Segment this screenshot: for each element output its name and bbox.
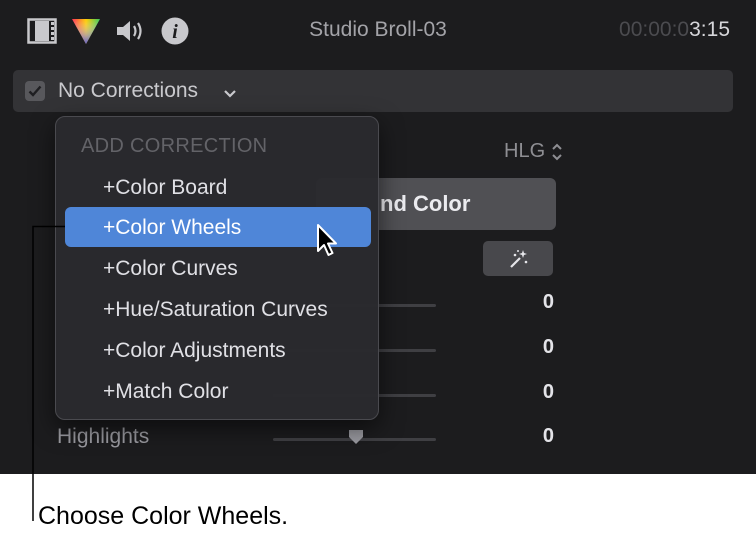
row-value[interactable]: 0: [512, 381, 554, 404]
info-icon[interactable]: i: [160, 15, 190, 47]
clip-name: Studio Broll-03: [309, 18, 447, 41]
menu-item-label: +Color Adjustments: [103, 339, 286, 362]
menu-item-match-color[interactable]: +Match Color: [65, 371, 371, 411]
highlights-label: Highlights: [57, 425, 150, 448]
mouse-pointer-icon: [316, 223, 340, 264]
timecode: 00:00:03:15: [619, 18, 730, 42]
menu-item-color-adjustments[interactable]: +Color Adjustments: [65, 330, 371, 370]
timecode-dim: 00:00:0: [619, 18, 690, 41]
menu-item-hue-saturation-curves[interactable]: +Hue/Saturation Curves: [65, 289, 371, 329]
menu-item-label: +Match Color: [103, 380, 229, 403]
menu-item-label: +Color Board: [103, 176, 228, 199]
highlights-value[interactable]: 0: [512, 425, 554, 448]
add-correction-menu: ADD CORRECTION +Color Board +Color Wheel…: [55, 116, 379, 420]
chevron-down-icon[interactable]: [223, 86, 237, 104]
checkmark-icon: [28, 85, 42, 97]
callout-caption: Choose Color Wheels.: [38, 502, 289, 530]
correction-bar: No Corrections: [13, 70, 733, 112]
color-prism-icon[interactable]: [70, 15, 102, 47]
correction-popup-label[interactable]: No Corrections: [58, 79, 198, 103]
magic-wand-icon: [510, 249, 528, 268]
color-space-label: HLG: [504, 140, 546, 162]
row-value[interactable]: 0: [512, 336, 554, 359]
menu-item-label: +Hue/Saturation Curves: [103, 298, 328, 321]
callout-line: [31, 225, 67, 528]
color-space-popup[interactable]: HLG: [504, 140, 563, 163]
menu-header: ADD CORRECTION: [81, 135, 268, 157]
row-value[interactable]: 0: [512, 291, 554, 314]
balance-color-label: nd Color: [380, 191, 471, 216]
timecode-lit: 3:15: [689, 18, 730, 41]
svg-text:i: i: [172, 21, 178, 43]
audio-icon[interactable]: [115, 15, 147, 47]
inspector-window: i Studio Broll-03 00:00:03:15 No Correct…: [0, 0, 756, 474]
menu-item-label: +Color Curves: [103, 257, 238, 280]
film-icon[interactable]: [27, 15, 57, 47]
inspector-toolbar: i Studio Broll-03 00:00:03:15: [0, 0, 756, 62]
menu-item-label: +Color Wheels: [103, 216, 242, 239]
correction-enable-checkbox[interactable]: [25, 81, 45, 101]
slider-row-highlights: Highlights 0: [0, 419, 756, 459]
highlights-slider-thumb[interactable]: [348, 429, 364, 450]
up-down-chevron-icon: [552, 143, 562, 160]
auto-enhance-button[interactable]: [483, 241, 553, 276]
menu-item-color-board[interactable]: +Color Board: [65, 167, 371, 207]
